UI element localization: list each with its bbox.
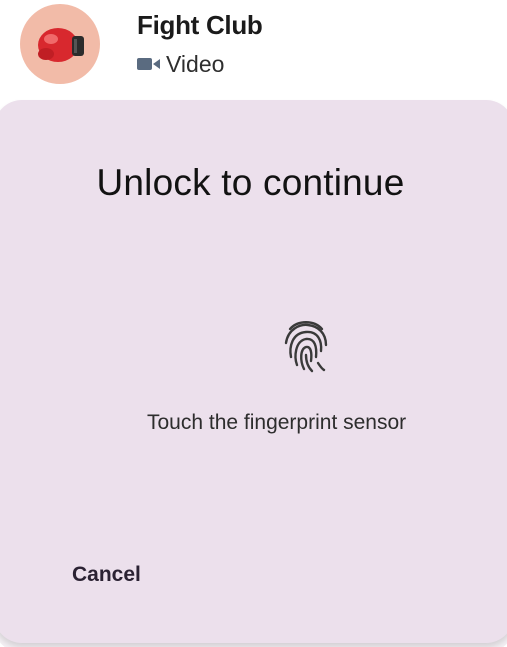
chat-header[interactable]: Fight Club Video <box>0 0 507 100</box>
boxing-glove-icon <box>38 28 84 62</box>
chat-subtitle: Video <box>137 50 224 78</box>
chat-title: Fight Club <box>137 10 263 40</box>
chat-subtitle-label: Video <box>166 50 225 77</box>
fingerprint-icon <box>282 317 330 373</box>
biometric-prompt-sheet: Unlock to continue Touch the fingerprint… <box>0 100 507 643</box>
cancel-button[interactable]: Cancel <box>60 555 153 595</box>
video-icon <box>137 58 160 70</box>
screen: Fight Club Video Unlock to continue Touc… <box>0 0 507 647</box>
prompt-instruction: Touch the fingerprint sensor <box>147 411 407 434</box>
prompt-title: Unlock to continue <box>96 162 405 203</box>
avatar[interactable] <box>20 4 100 84</box>
